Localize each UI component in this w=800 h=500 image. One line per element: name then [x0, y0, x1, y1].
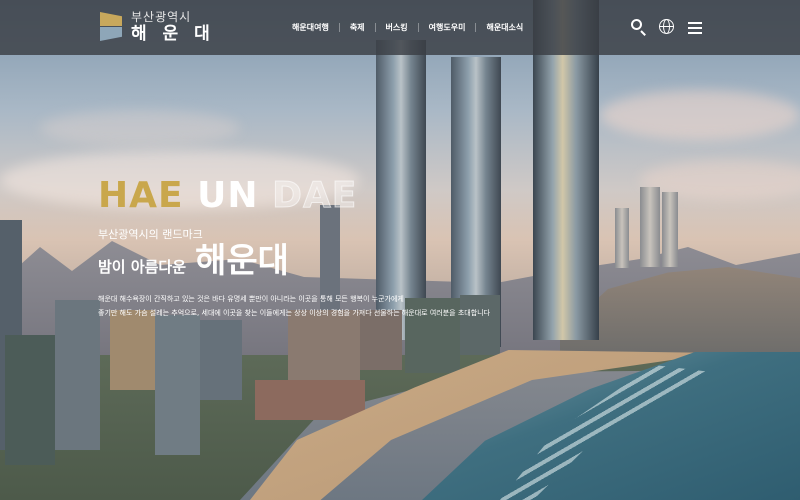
menu-icon[interactable] — [686, 18, 704, 36]
hero-title-word-3: DAE — [272, 175, 358, 216]
nav-item-busking[interactable]: 버스킹 — [376, 22, 418, 33]
hero-subline: 부산광역시의 랜드마크 — [98, 228, 203, 241]
hero-title: HAE UN DAE — [98, 175, 490, 216]
hero-headline-prefix: 밤이 아름다운 — [98, 258, 187, 276]
top-navigation-bar: 부산광역시 해 운 대 해운대여행 축제 버스킹 여행도우미 해운대소식 — [0, 0, 800, 55]
nav-item-travel-helper[interactable]: 여행도우미 — [419, 22, 476, 33]
header-icon-group — [630, 18, 704, 36]
hero-description-line: 좋기만 해도 가슴 설레는 추억으로, 세대에 이곳을 찾는 이들에게는 상상 … — [98, 309, 491, 317]
hero-title-word-2: UN — [197, 175, 259, 216]
main-nav: 해운대여행 축제 버스킹 여행도우미 해운대소식 — [282, 0, 533, 55]
search-icon[interactable] — [630, 18, 648, 36]
globe-icon[interactable] — [658, 18, 676, 36]
site-logo[interactable]: 부산광역시 해 운 대 — [100, 11, 215, 43]
nav-item-travel[interactable]: 해운대여행 — [282, 22, 339, 33]
nav-item-news[interactable]: 해운대소식 — [476, 22, 533, 33]
logo-title: 해 운 대 — [131, 24, 215, 44]
logo-mark-icon — [100, 12, 124, 42]
hero-description-line: 해운대 해수욕장이 간직하고 있는 것은 바다 유명세 뿐만이 아니라는 이곳을… — [98, 295, 404, 303]
logo-subtitle: 부산광역시 — [131, 10, 192, 24]
hero-headline: 밤이 아름다운 해운대 — [98, 244, 490, 278]
nav-item-festival[interactable]: 축제 — [340, 22, 375, 33]
hero-title-word-1: HAE — [98, 175, 184, 216]
hero-description: 해운대 해수욕장이 간직하고 있는 것은 바다 유명세 뿐만이 아니라는 이곳을… — [98, 292, 490, 320]
hero-headline-name: 해운대 — [195, 241, 289, 281]
hero-copy: HAE UN DAE 부산광역시의 랜드마크 밤이 아름다운 해운대 해운대 해… — [98, 175, 490, 320]
